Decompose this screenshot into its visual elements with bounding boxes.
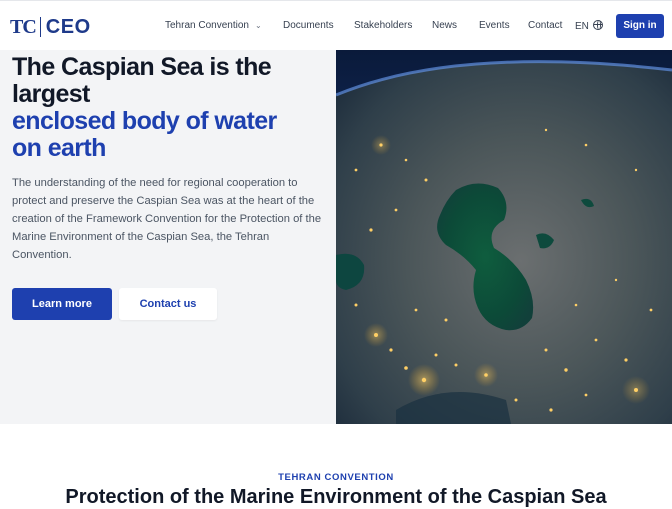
nav-item-events[interactable]: Events xyxy=(479,19,510,33)
section-title: Protection of the Marine Environment of … xyxy=(65,486,607,508)
language-selector[interactable]: EN xyxy=(575,19,603,34)
site-logo[interactable]: TC CEO xyxy=(10,14,91,40)
nav-item-news[interactable]: News xyxy=(432,19,457,33)
hero-title-line4: on earth xyxy=(12,134,106,162)
sign-in-button[interactable]: Sign in xyxy=(616,14,664,38)
globe-icon xyxy=(592,20,603,30)
nav-item-stakeholders[interactable]: Stakeholders xyxy=(354,19,412,33)
hero-title-line3: enclosed body of water xyxy=(12,107,277,135)
contact-us-button[interactable]: Contact us xyxy=(119,288,217,320)
hero-description: The understanding of the need for region… xyxy=(12,177,322,261)
logo-divider xyxy=(39,17,41,37)
logo-ceo-mark: CEO xyxy=(45,15,91,38)
hero-title-line2: largest xyxy=(12,80,90,108)
hero-title-line1: The Caspian Sea is the xyxy=(12,53,272,81)
language-label: EN xyxy=(575,21,589,32)
earth-image-graphic xyxy=(336,50,672,424)
section-eyebrow: TEHRAN CONVENTION xyxy=(278,472,394,483)
hero-title: The Caspian Sea is the largest enclosed … xyxy=(12,54,332,162)
nav-item-contact[interactable]: Contact xyxy=(528,19,562,33)
nav-item-label: Tehran Convention xyxy=(165,20,249,31)
nav-item-documents[interactable]: Documents xyxy=(283,19,334,33)
logo-tc-mark: TC xyxy=(10,15,37,38)
learn-more-button[interactable]: Learn more xyxy=(12,288,112,320)
site-header: TC CEO Tehran Convention ⌄ Documents Stak… xyxy=(0,1,672,50)
chevron-down-icon: ⌄ xyxy=(254,21,262,30)
nav-item-tehran-convention[interactable]: Tehran Convention ⌄ xyxy=(165,19,262,33)
earth-night-satellite-image xyxy=(336,50,672,424)
